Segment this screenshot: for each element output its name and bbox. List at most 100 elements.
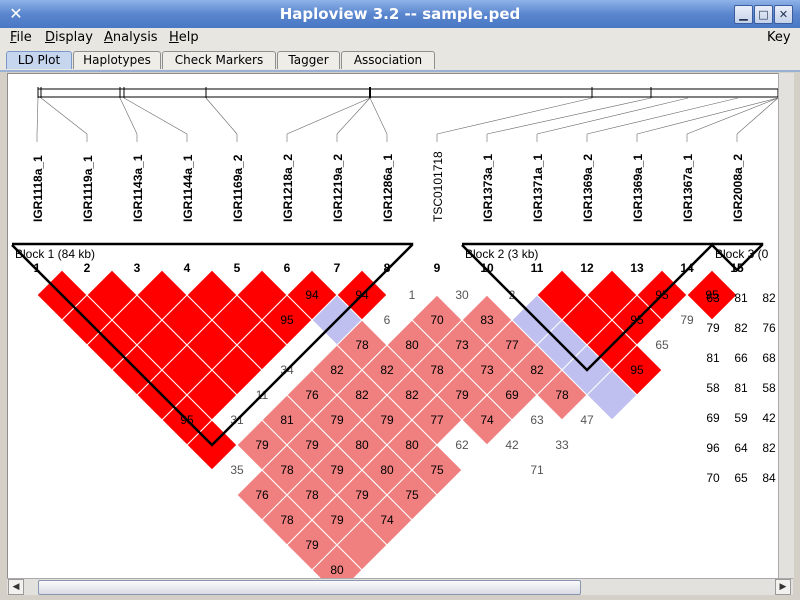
ld-cell-value: 79 xyxy=(706,321,720,335)
ld-cell-value: 82 xyxy=(330,363,344,377)
menu-analysis[interactable]: Analysis xyxy=(104,30,158,45)
ld-cell-value: 63 xyxy=(530,413,544,427)
ld-cell-value: 65 xyxy=(734,471,748,485)
ld-cell-value: 65 xyxy=(655,338,669,352)
ld-cell-value: 42 xyxy=(505,438,519,452)
ld-cell-value: 79 xyxy=(330,413,344,427)
marker-connector xyxy=(636,97,778,135)
marker-connector xyxy=(536,97,689,135)
ld-cell-value: 62 xyxy=(455,438,469,452)
ld-cell-value: 70 xyxy=(430,313,444,327)
marker-number: 4 xyxy=(184,261,191,275)
ld-cell-value: 79 xyxy=(330,513,344,527)
vertical-scrollbar[interactable] xyxy=(778,73,794,578)
ld-cell-value: 76 xyxy=(305,388,319,402)
ld-cell-value: 80 xyxy=(330,563,344,577)
scroll-right-button[interactable]: ▶ xyxy=(775,579,791,595)
ld-cell-value: 82 xyxy=(762,441,776,455)
marker-name-label: IGR2008a_2 xyxy=(731,154,745,222)
ld-cell-value: 78 xyxy=(280,463,294,477)
block-label: Block 2 (3 kb) xyxy=(465,247,538,261)
marker-number: 9 xyxy=(434,261,441,275)
ld-cell-value: 63 xyxy=(706,291,720,305)
ld-cell-value: 74 xyxy=(380,513,394,527)
ld-cell-value: 78 xyxy=(355,338,369,352)
ld-cell-value: 83 xyxy=(480,313,494,327)
tab-haplotypes[interactable]: Haplotypes xyxy=(73,51,161,69)
position-bar xyxy=(37,88,778,98)
minimize-button[interactable]: ▁ xyxy=(734,5,753,24)
marker-number: 5 xyxy=(234,261,241,275)
ld-cell-value: 78 xyxy=(280,513,294,527)
key-button[interactable]: Key xyxy=(767,30,791,45)
horizontal-scrollbar[interactable]: ◀ ▶ xyxy=(7,578,793,595)
marker-connector xyxy=(586,97,739,135)
tab-check-markers[interactable]: Check Markers xyxy=(162,51,276,69)
marker-connector xyxy=(36,97,39,135)
ld-cell-value: 58 xyxy=(706,381,720,395)
close-button[interactable]: ✕ xyxy=(774,5,793,24)
ld-cell-value: 76 xyxy=(762,321,776,335)
ld-cell-value: 79 xyxy=(305,538,319,552)
ld-cell-value: 79 xyxy=(380,413,394,427)
ld-plot-panel[interactable]: IGR1118a_1 IGR1119a_1 IGR1143a_1 IGR1144a_1… xyxy=(7,73,779,580)
ld-cell-value: 79 xyxy=(330,463,344,477)
ld-cell-value: 81 xyxy=(734,381,748,395)
scroll-left-button[interactable]: ◀ xyxy=(8,579,24,595)
ld-cell-value: 33 xyxy=(555,438,569,452)
maximize-button[interactable]: □ xyxy=(754,5,773,24)
scroll-thumb[interactable] xyxy=(38,580,582,595)
ld-cell-value: 94 xyxy=(305,288,319,302)
marker-name-label: IGR1286a_1 xyxy=(381,154,395,222)
tab-tagger[interactable]: Tagger xyxy=(277,51,340,69)
menu-file[interactable]: File xyxy=(10,30,32,45)
ld-cell-value: 79 xyxy=(305,438,319,452)
ld-cell-value: 73 xyxy=(455,338,469,352)
marker-name-label: IGR1373a_1 xyxy=(481,154,495,222)
marker-number: 11 xyxy=(531,261,544,275)
ld-cell-value: 30 xyxy=(455,288,469,302)
menu-display[interactable]: Display xyxy=(45,30,93,45)
ld-cell-value: 80 xyxy=(405,438,419,452)
ld-cell-value: 6 xyxy=(384,313,391,327)
ld-cell-value: 68 xyxy=(762,351,776,365)
ld-cell-value: 35 xyxy=(230,463,244,477)
ld-cell-value: 82 xyxy=(530,363,544,377)
menu-bar: File Display Analysis Help Key xyxy=(0,28,800,48)
ld-cell-value: 59 xyxy=(734,411,748,425)
marker-name-label: IGR1367a_1 xyxy=(681,154,695,222)
marker-number: 3 xyxy=(134,261,141,275)
marker-connector xyxy=(205,97,238,135)
ld-cell-value: 75 xyxy=(405,488,419,502)
marker-name-label: IGR1143a_1 xyxy=(131,154,145,222)
ld-cell-value: 96 xyxy=(706,441,720,455)
marker-name-label: IGR1169a_2 xyxy=(231,154,245,222)
marker-name-label: IGR1371a_1 xyxy=(531,154,545,222)
ld-cell-value: 47 xyxy=(580,413,594,427)
ld-cell-value: 42 xyxy=(762,411,776,425)
ld-cell-value: 82 xyxy=(355,388,369,402)
menu-help[interactable]: Help xyxy=(169,30,199,45)
marker-name-label: IGR1118a_1 xyxy=(31,155,45,222)
ld-cell-value: 74 xyxy=(480,413,494,427)
marker-number: 6 xyxy=(284,261,291,275)
ld-cell-value: 80 xyxy=(380,463,394,477)
tab-association[interactable]: Association xyxy=(341,51,435,69)
ld-cell-value: 81 xyxy=(734,291,748,305)
block-label: Block 1 (84 kb) xyxy=(15,247,95,261)
marker-connector xyxy=(40,97,88,135)
marker-number: 15 xyxy=(730,261,744,275)
ld-cell-value: 1 xyxy=(409,288,416,302)
ld-cell-value: 79 xyxy=(680,313,694,327)
marker-name-label: IGR1218a_2 xyxy=(281,154,295,222)
marker-number: 7 xyxy=(334,261,341,275)
marker-number: 8 xyxy=(384,261,391,275)
ld-cell-value: 82 xyxy=(734,321,748,335)
ld-cell-value: 80 xyxy=(355,438,369,452)
ld-cell-value: 82 xyxy=(380,363,394,377)
marker-name-label: IGR1369a_1 xyxy=(631,154,645,222)
marker-number: 13 xyxy=(630,261,644,275)
tab-ld-plot[interactable]: LD Plot xyxy=(6,51,72,69)
marker-number: 12 xyxy=(580,261,594,275)
marker-number: 14 xyxy=(680,261,694,275)
